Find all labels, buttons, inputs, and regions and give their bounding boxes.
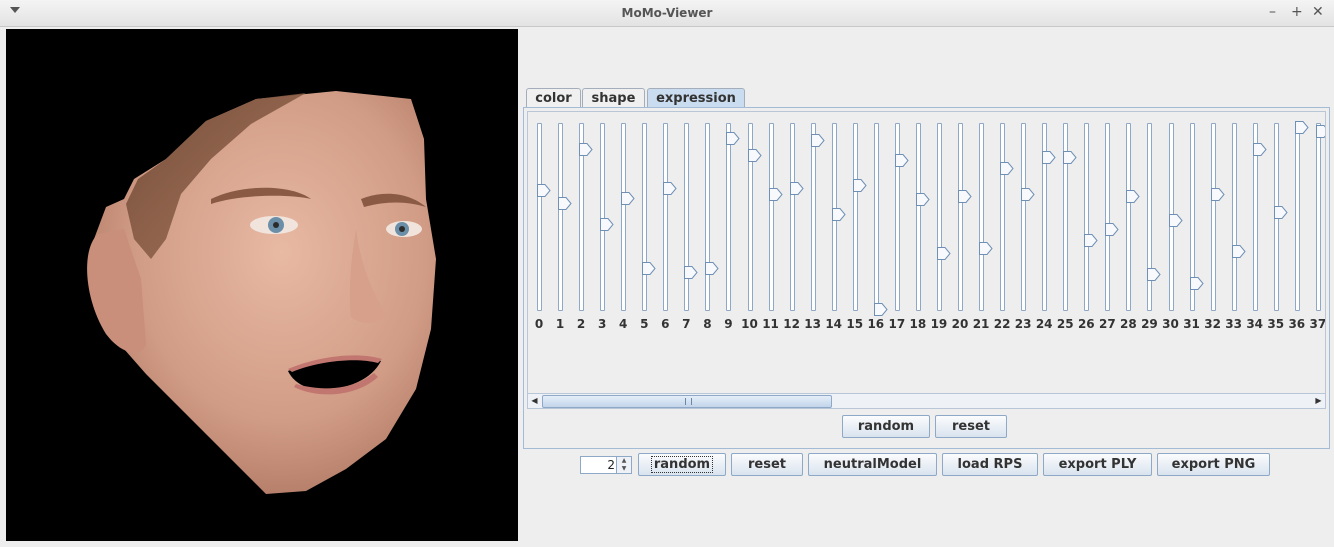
slider-track-26[interactable] <box>1084 123 1090 311</box>
slider-thumb-25[interactable] <box>1063 149 1077 164</box>
slider-track-12[interactable] <box>789 123 795 311</box>
grip-icon <box>685 398 692 405</box>
close-icon[interactable]: ✕ <box>1312 4 1324 20</box>
slider-track-37[interactable] <box>1315 123 1321 311</box>
slider-thumb-28[interactable] <box>1126 188 1141 203</box>
slider-track-23[interactable] <box>1021 123 1027 311</box>
face-render-canvas[interactable] <box>6 29 518 541</box>
slider-thumb-0[interactable] <box>537 182 551 198</box>
spinner-value[interactable]: 2 <box>607 458 615 472</box>
slider-track-22[interactable] <box>1000 123 1006 311</box>
slider-thumb-36[interactable] <box>1294 119 1309 134</box>
slider-track-27[interactable] <box>1105 123 1111 311</box>
slider-thumb-15[interactable] <box>852 177 867 192</box>
slider-thumb-13[interactable] <box>810 132 825 147</box>
slider-thumb-14[interactable] <box>831 206 846 222</box>
slider-thumb-18[interactable] <box>915 191 930 207</box>
slider-thumb-2[interactable] <box>579 141 593 157</box>
neutral-model-button[interactable]: neutralModel <box>808 453 937 476</box>
panel-random-button[interactable]: random <box>842 415 930 438</box>
slider-thumb-10[interactable] <box>747 147 762 162</box>
component-spinner[interactable]: 2 ▲ ▼ <box>580 456 632 474</box>
reset-button[interactable]: reset <box>731 453 803 476</box>
slider-track-8[interactable] <box>705 123 711 311</box>
panel-reset-button[interactable]: reset <box>935 415 1007 438</box>
slider-thumb-22[interactable] <box>1000 160 1014 175</box>
slider-thumb-26[interactable] <box>1084 232 1098 248</box>
minimize-icon[interactable]: – <box>1269 4 1276 20</box>
slider-track-28[interactable] <box>1126 123 1132 311</box>
slider-track-32[interactable] <box>1210 123 1216 311</box>
scroll-left-icon[interactable]: ◀ <box>528 394 541 408</box>
title-bar: MoMo-Viewer – + ✕ <box>0 0 1334 27</box>
horizontal-scrollbar[interactable]: ◀ ▶ <box>527 393 1326 409</box>
slider-track-19[interactable] <box>936 123 942 311</box>
slider-thumb-5[interactable] <box>642 260 656 276</box>
slider-track-29[interactable] <box>1147 123 1153 311</box>
slider-track-36[interactable] <box>1294 123 1300 311</box>
slider-thumb-11[interactable] <box>768 186 783 201</box>
slider-thumb-20[interactable] <box>958 188 972 203</box>
slider-track-17[interactable] <box>894 123 900 311</box>
slider-track-0[interactable] <box>537 123 542 311</box>
slider-thumb-1[interactable] <box>558 195 572 211</box>
slider-thumb-33[interactable] <box>1231 243 1246 259</box>
slider-thumb-19[interactable] <box>936 245 951 261</box>
slider-thumb-12[interactable] <box>789 180 804 196</box>
slider-track-13[interactable] <box>810 123 816 311</box>
slider-thumb-8[interactable] <box>705 260 720 276</box>
tab-expression[interactable]: expression <box>647 88 745 108</box>
slider-thumb-34[interactable] <box>1252 141 1267 157</box>
slider-thumb-31[interactable] <box>1189 275 1204 291</box>
random-button-label: random <box>650 456 714 473</box>
slider-label-37: 37 <box>1309 317 1326 331</box>
slider-thumb-6[interactable] <box>663 180 677 196</box>
slider-thumb-17[interactable] <box>894 152 909 168</box>
slider-track-11[interactable] <box>768 123 774 311</box>
slider-thumb-9[interactable] <box>726 130 741 146</box>
slider-thumb-4[interactable] <box>621 190 635 205</box>
maximize-icon[interactable]: + <box>1291 4 1303 20</box>
tab-shape[interactable]: shape <box>582 88 645 108</box>
slider-track-1[interactable] <box>558 123 564 311</box>
slider-track-18[interactable] <box>915 123 921 311</box>
slider-track-6[interactable] <box>663 123 669 311</box>
slider-thumb-16[interactable] <box>873 301 888 317</box>
slider-thumb-30[interactable] <box>1168 212 1183 227</box>
slider-track-5[interactable] <box>642 123 648 311</box>
slider-thumb-23[interactable] <box>1021 186 1035 201</box>
slider-track-7[interactable] <box>684 123 690 311</box>
export-ply-button[interactable]: export PLY <box>1043 453 1152 476</box>
slider-thumb-27[interactable] <box>1105 221 1119 237</box>
slider-track-20[interactable] <box>958 123 963 311</box>
tab-color[interactable]: color <box>526 88 581 108</box>
scroll-right-icon[interactable]: ▶ <box>1312 394 1325 408</box>
slider-viewport: 0 1 2 3 4 5 6 7 8 9 10 11 12 13 14 15 16 17 18 19 20 21 22 23 24… <box>527 111 1326 395</box>
scrollbar-thumb[interactable] <box>542 395 832 408</box>
spinner-down-icon[interactable]: ▼ <box>616 465 631 473</box>
random-button[interactable]: random <box>638 453 726 476</box>
slider-track-15[interactable] <box>852 123 858 311</box>
slider-thumb-3[interactable] <box>600 216 614 231</box>
load-rps-button[interactable]: load RPS <box>942 453 1038 476</box>
slider-track-33[interactable] <box>1231 123 1237 311</box>
slider-thumb-24[interactable] <box>1042 149 1056 164</box>
slider-thumb-7[interactable] <box>684 264 698 279</box>
window-title: MoMo-Viewer <box>621 6 713 20</box>
slider-thumb-37[interactable] <box>1315 123 1325 138</box>
slider-thumb-29[interactable] <box>1147 266 1162 281</box>
slider-track-16[interactable] <box>873 123 879 311</box>
slider-track-21[interactable] <box>979 123 985 311</box>
face-model-image <box>87 91 436 494</box>
slider-thumb-35[interactable] <box>1273 204 1288 220</box>
slider-thumb-32[interactable] <box>1210 186 1225 201</box>
slider-track-9[interactable] <box>726 123 732 311</box>
slider-thumb-21[interactable] <box>979 240 993 255</box>
slider-track-4[interactable] <box>621 123 627 311</box>
export-png-button[interactable]: export PNG <box>1157 453 1270 476</box>
